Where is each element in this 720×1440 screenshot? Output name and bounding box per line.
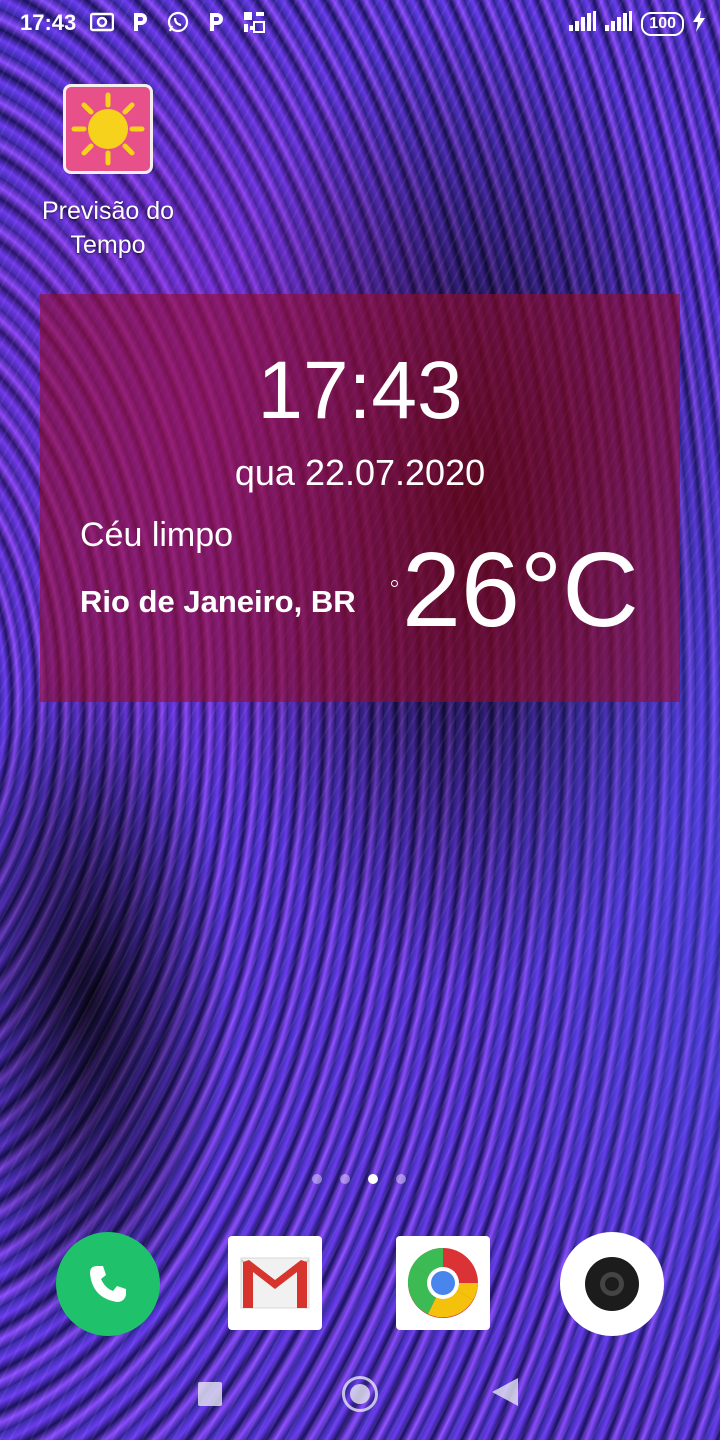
phone-icon[interactable]: [56, 1232, 160, 1336]
qr-app-icon: [242, 10, 266, 34]
weather-temperature: 26°C: [402, 531, 639, 649]
back-button[interactable]: [492, 1378, 518, 1406]
battery-icon: 100: [641, 11, 684, 36]
whatsapp-icon: [166, 10, 190, 34]
app-label[interactable]: Previsão do Tempo: [28, 194, 188, 262]
page-dot: [396, 1174, 406, 1184]
page-dot-active: [368, 1174, 378, 1184]
page-indicator: [312, 1174, 406, 1184]
page-dot: [340, 1174, 350, 1184]
widget-date: qua 22.07.2020: [234, 452, 486, 493]
recents-button[interactable]: [198, 1382, 222, 1406]
weather-app-shortcut[interactable]: Previsão do Tempo: [28, 84, 188, 262]
touch-indicator: [391, 580, 398, 587]
home-icon: [350, 1384, 370, 1404]
home-button[interactable]: [342, 1376, 378, 1412]
sun-icon[interactable]: [63, 84, 153, 174]
screenshot-icon: [90, 10, 114, 34]
signal-icon: [569, 11, 597, 36]
parking-app-icon: [128, 10, 152, 34]
weather-city: Rio de Janeiro, BR: [80, 584, 356, 619]
weather-condition: Céu limpo: [80, 516, 234, 554]
notification-icons: [90, 10, 266, 34]
camera-icon[interactable]: [560, 1232, 664, 1336]
status-bar: 17:43 100: [0, 0, 720, 50]
navigation-bar: [0, 1360, 720, 1440]
page-dot: [312, 1174, 322, 1184]
charging-icon: [692, 10, 706, 37]
widget-clock[interactable]: 17:43: [40, 344, 680, 438]
weather-widget[interactable]: 17:43 qua 22.07.2020 Céu limpo Rio de Ja…: [40, 294, 680, 702]
system-status-icons: 100: [569, 10, 706, 37]
chrome-icon[interactable]: [396, 1236, 490, 1330]
gmail-icon[interactable]: [228, 1236, 322, 1330]
status-time: 17:43: [20, 10, 77, 35]
signal-icon: [605, 11, 633, 36]
parking-app-icon: [204, 10, 228, 34]
